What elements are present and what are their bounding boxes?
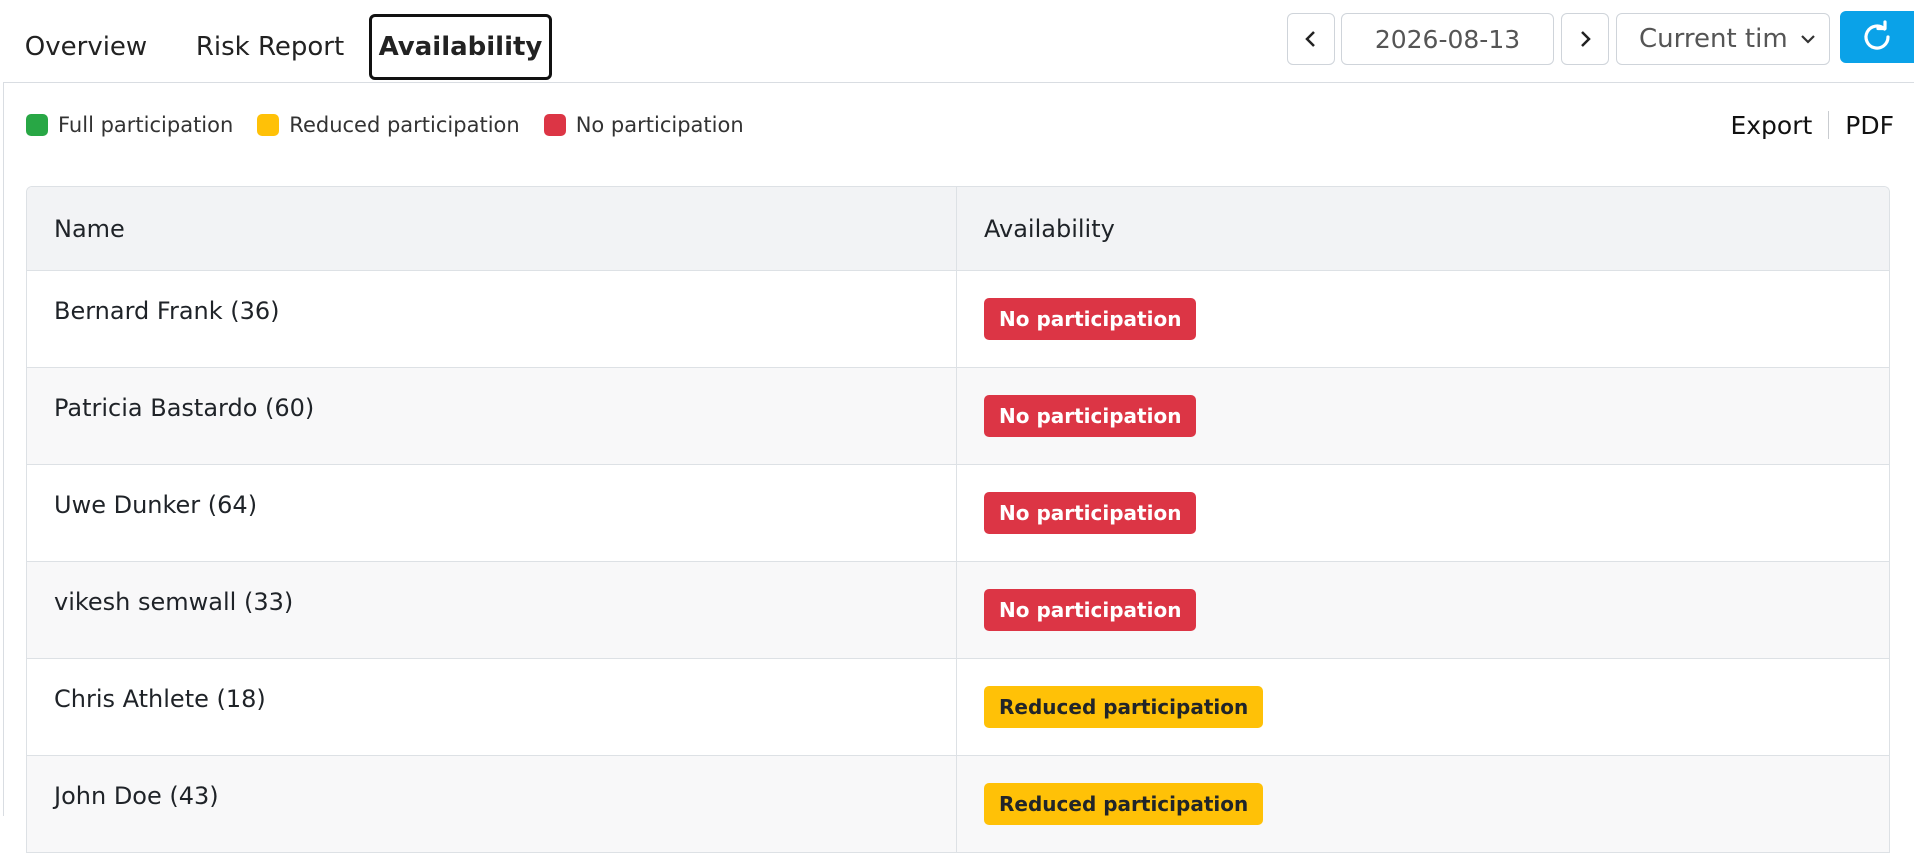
time-select[interactable]: Current tim — [1616, 13, 1830, 65]
legend-label: Full participation — [58, 113, 234, 137]
availability-cell: Reduced participation — [957, 659, 1889, 755]
chevron-left-icon — [1305, 31, 1315, 47]
next-date-button[interactable] — [1561, 13, 1609, 65]
availability-cell: No participation — [957, 271, 1889, 367]
tab-risk-report[interactable]: Risk Report — [180, 14, 360, 80]
status-badge: No participation — [984, 298, 1197, 340]
export-actions: Export PDF — [1730, 108, 1894, 142]
prev-date-button[interactable] — [1287, 13, 1335, 65]
time-select-value: Current tim — [1639, 24, 1788, 54]
table-row[interactable]: Patricia Bastardo (60) No participation — [27, 368, 1889, 465]
legend-item-none: No participation — [543, 113, 744, 137]
status-badge: No participation — [984, 492, 1197, 534]
legend-item-full: Full participation — [26, 113, 233, 137]
table-header: Name Availability — [27, 187, 1889, 271]
table-row[interactable]: vikesh semwall (33) No participation — [27, 562, 1889, 659]
athlete-name: Bernard Frank (36) — [27, 271, 957, 367]
no-participation-swatch — [543, 114, 566, 136]
tab-overview[interactable]: Overview — [6, 14, 166, 80]
athlete-name: Uwe Dunker (64) — [27, 465, 957, 561]
table-row[interactable]: Chris Athlete (18) Reduced participation — [27, 659, 1889, 756]
availability-cell: No participation — [957, 562, 1889, 658]
chevron-right-icon — [1581, 31, 1591, 47]
column-header-name[interactable]: Name — [27, 187, 957, 270]
reduced-participation-swatch — [257, 114, 280, 136]
legend-label: No participation — [575, 113, 744, 137]
column-header-availability[interactable]: Availability — [957, 187, 1889, 270]
availability-cell: No participation — [957, 465, 1889, 561]
refresh-button[interactable] — [1840, 11, 1914, 63]
status-badge: Reduced participation — [984, 686, 1264, 728]
legend-item-reduced: Reduced participation — [257, 113, 520, 137]
chevron-down-icon — [1801, 35, 1815, 44]
refresh-icon — [1864, 20, 1890, 50]
legend: Full participation Reduced participation… — [26, 112, 768, 138]
status-badge: Reduced participation — [984, 783, 1264, 825]
date-field[interactable]: 2026-08-13 — [1341, 13, 1554, 65]
athlete-name: vikesh semwall (33) — [27, 562, 957, 658]
tab-availability[interactable]: Availability — [369, 14, 552, 80]
status-badge: No participation — [984, 395, 1197, 437]
status-badge: No participation — [984, 589, 1197, 631]
availability-cell: No participation — [957, 368, 1889, 464]
pdf-link[interactable]: PDF — [1845, 111, 1894, 140]
table-row[interactable]: Uwe Dunker (64) No participation — [27, 465, 1889, 562]
legend-label: Reduced participation — [289, 113, 520, 137]
full-participation-swatch — [26, 114, 48, 136]
export-link[interactable]: Export — [1730, 111, 1812, 140]
availability-cell: Reduced participation — [957, 756, 1889, 852]
athlete-name: Chris Athlete (18) — [27, 659, 957, 755]
athlete-name: John Doe (43) — [27, 756, 957, 852]
table-row[interactable]: John Doe (43) Reduced participation — [27, 756, 1889, 853]
athlete-name: Patricia Bastardo (60) — [27, 368, 957, 464]
availability-table: Name Availability Bernard Frank (36) No … — [26, 186, 1890, 853]
divider — [1828, 111, 1830, 139]
table-row[interactable]: Bernard Frank (36) No participation — [27, 271, 1889, 368]
